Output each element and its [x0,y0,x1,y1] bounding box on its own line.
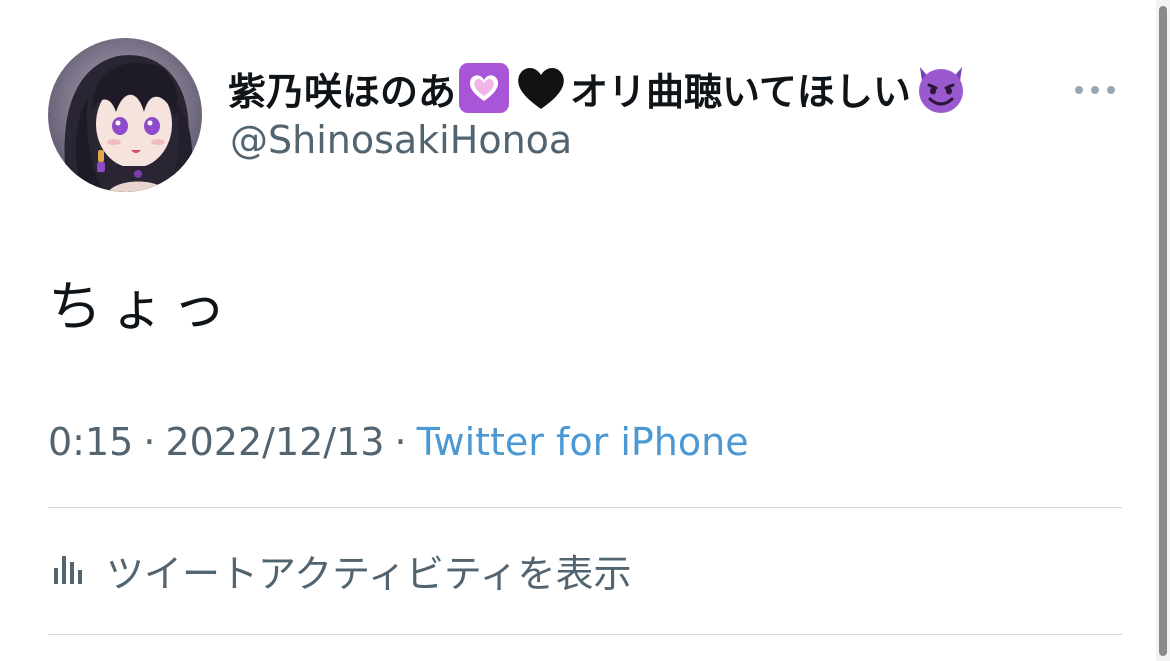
divider-2 [48,634,1122,635]
tweet-date[interactable]: 2022/12/13 [165,420,384,464]
scrollbar[interactable] [1156,0,1170,661]
tweet-time[interactable]: 0:15 [48,420,133,464]
divider [48,507,1122,508]
bar-chart-icon [48,548,88,592]
meta-separator-2: · [394,420,407,464]
black-heart-emoji [513,61,569,115]
smiling-imp-emoji [912,61,970,115]
user-handle[interactable]: @ShinosakiHonoa [230,118,572,162]
more-button[interactable] [1068,74,1122,104]
meta-separator: · [143,420,156,464]
view-tweet-activity-label: ツイートアクティビティを表示 [106,551,632,596]
display-name-text-2: オリ曲聴いてほしい [570,69,911,114]
tweet-detail: 紫乃咲ほのあ オリ曲聴いてほしい @ShinosakiHonoa ちょっ 0:1… [0,0,1170,661]
view-tweet-activity[interactable]: ツイートアクティビティを表示 [48,538,632,602]
display-name[interactable]: 紫乃咲ほのあ オリ曲聴いてほしい [228,58,971,118]
scrollbar-thumb[interactable] [1159,6,1167,656]
avatar[interactable] [48,38,202,192]
tweet-text: ちょっ [48,275,234,338]
tweet-source-link[interactable]: Twitter for iPhone [417,420,749,464]
tweet-meta: 0:15 · 2022/12/13 · Twitter for iPhone [48,420,749,464]
more-dots-icon [1074,80,1116,99]
display-name-text: 紫乃咲ほのあ [228,69,457,114]
purple-heart-emoji [457,61,511,115]
